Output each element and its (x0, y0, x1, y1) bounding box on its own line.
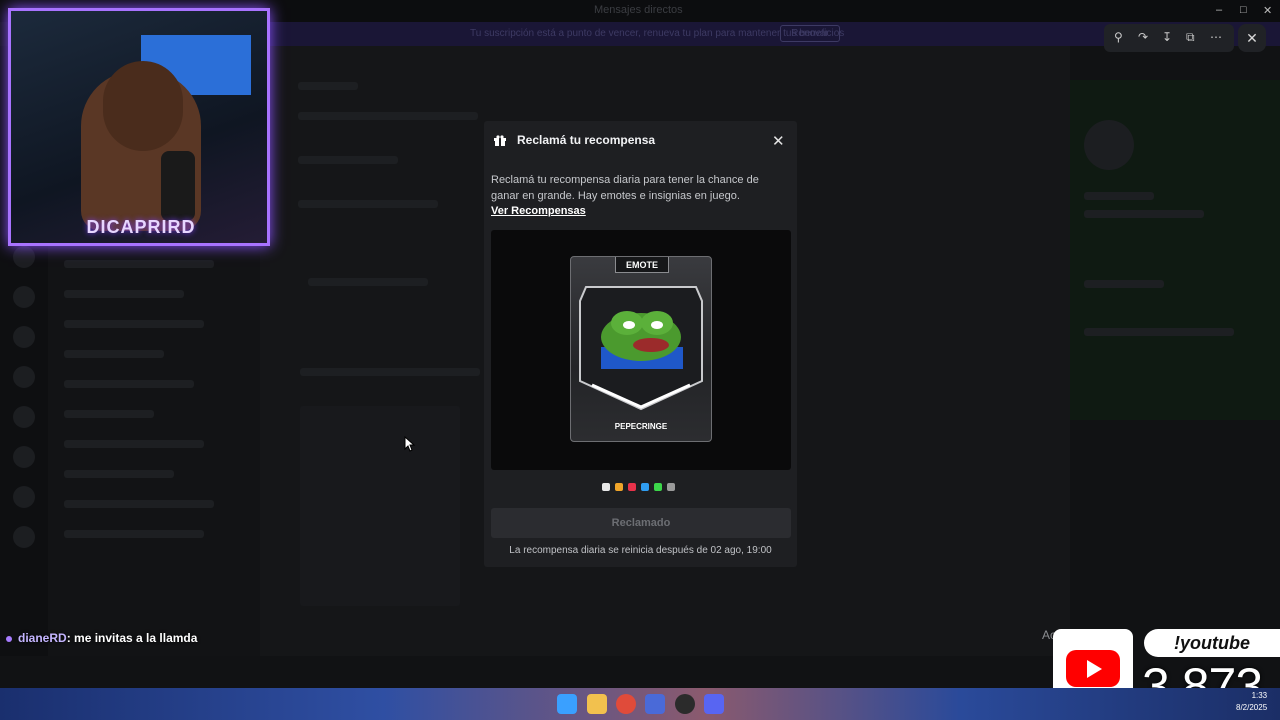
share-icon[interactable]: ↷ (1138, 30, 1148, 44)
modal-header: Reclamá tu recompensa ✕ (484, 121, 797, 161)
profile-line (1084, 210, 1204, 218)
toolbar: ⚲ ↷ ↧ ⧉ ⋯ (1104, 24, 1234, 52)
maximize-icon[interactable]: □ (1240, 4, 1247, 16)
dm-item[interactable] (64, 530, 204, 538)
discord-icon[interactable] (704, 694, 724, 714)
profile-panel (1070, 80, 1280, 420)
taskbar-clock: 1:33 8/2/2025 (1236, 690, 1267, 714)
dm-item[interactable] (64, 500, 214, 508)
rarity-dot (602, 483, 610, 491)
dm-item[interactable] (64, 440, 204, 448)
server-icon[interactable] (13, 406, 35, 428)
chat-line (298, 112, 478, 120)
window-title: Mensajes directos (594, 4, 683, 16)
minimize-icon[interactable]: – (1216, 4, 1222, 16)
rarity-dot (654, 483, 662, 491)
emote-card: EMOTE PEPECRINGE (570, 256, 712, 442)
claimed-button[interactable]: Reclamado (491, 508, 791, 538)
server-icon[interactable] (13, 526, 35, 548)
view-rewards-link[interactable]: Ver Recompensas (491, 205, 586, 217)
windows-start-icon[interactable] (557, 694, 577, 714)
rarity-dot (628, 483, 636, 491)
server-icon[interactable] (13, 486, 35, 508)
rarity-dot (641, 483, 649, 491)
server-icon[interactable] (13, 326, 35, 348)
reward-preview: EMOTE PEPECRINGE (491, 230, 791, 470)
search-icon[interactable]: ⚲ (1114, 30, 1123, 44)
dm-item[interactable] (64, 380, 194, 388)
server-icon[interactable] (13, 286, 35, 308)
rarity-dot (615, 483, 623, 491)
window-close-icon[interactable]: ✕ (1263, 4, 1272, 17)
chat-line (298, 82, 358, 90)
more-icon[interactable]: ⋯ (1210, 30, 1222, 44)
stream-chat-message: dianeRD: me invitas a la llamda (6, 631, 197, 645)
download-icon[interactable]: ↧ (1162, 30, 1172, 44)
open-external-icon[interactable]: ⧉ (1186, 30, 1195, 45)
chat-embed (300, 406, 460, 606)
dm-item[interactable] (64, 260, 214, 268)
banner-button[interactable]: Renovar (780, 25, 840, 42)
chat-line (298, 200, 438, 208)
app-icon[interactable] (645, 694, 665, 714)
avatar (1084, 120, 1134, 170)
overlay-close-icon[interactable]: ✕ (1238, 24, 1266, 52)
card-tag: EMOTE (615, 257, 669, 273)
dm-item[interactable] (64, 320, 204, 328)
chat-line (298, 156, 398, 164)
chat-line (308, 278, 428, 286)
file-explorer-icon[interactable] (587, 694, 607, 714)
dm-item[interactable] (64, 410, 154, 418)
profile-line (1084, 280, 1164, 288)
youtube-command: !youtube (1144, 629, 1280, 657)
webcam-overlay: DICAPRIRD (8, 8, 270, 246)
chat-badge-icon (6, 635, 12, 642)
modal-title: Reclamá tu recompensa (517, 133, 656, 147)
chat-line (300, 368, 480, 376)
chat-username: dianeRD (18, 631, 67, 645)
reward-modal: Reclamá tu recompensa ✕ Reclamá tu recom… (484, 121, 797, 567)
streamer-name: DICAPRIRD (86, 217, 196, 237)
modal-description: Reclamá tu recompensa diaria para tener … (491, 174, 759, 202)
profile-line (1084, 192, 1154, 200)
gift-icon (494, 135, 506, 146)
server-icon[interactable] (13, 446, 35, 468)
clock-date: 8/2/2025 (1236, 703, 1268, 712)
chrome-icon[interactable] (616, 694, 636, 714)
dm-item[interactable] (64, 350, 164, 358)
taskbar (0, 688, 1280, 720)
dm-item[interactable] (64, 290, 184, 298)
streamer-head (103, 61, 183, 151)
youtube-icon (1066, 650, 1120, 687)
server-icon[interactable] (13, 246, 35, 268)
server-icon[interactable] (13, 366, 35, 388)
reset-note: La recompensa diaria se reinicia después… (509, 545, 772, 556)
microphone-icon (161, 151, 195, 221)
emote-name: PEPECRINGE (614, 422, 668, 431)
obs-icon[interactable] (675, 694, 695, 714)
rarity-dot (667, 483, 675, 491)
clock-time: 1:33 (1251, 691, 1268, 700)
chat-text: : me invitas a la llamda (66, 631, 198, 645)
mouse-cursor-icon (404, 436, 416, 452)
pepe-emote-icon (601, 311, 683, 369)
close-icon[interactable]: ✕ (772, 132, 785, 150)
profile-line (1084, 328, 1234, 336)
dm-item[interactable] (64, 470, 174, 478)
